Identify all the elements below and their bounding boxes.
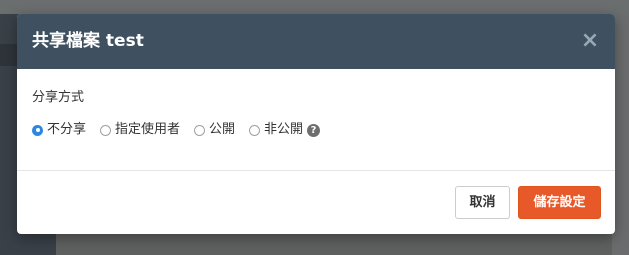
cancel-button[interactable]: 取消 — [455, 186, 510, 219]
dialog-body: 分享方式 不分享 指定使用者 公開 非公開 ? — [17, 69, 615, 170]
help-icon[interactable]: ? — [307, 123, 321, 137]
backdrop-top-bar — [0, 0, 629, 14]
sharing-method-label: 分享方式 — [32, 90, 85, 105]
dialog-footer: 取消 儲存設定 — [17, 170, 615, 234]
option-label: 指定使用者 — [115, 122, 181, 137]
radio-button-checked[interactable] — [32, 124, 43, 136]
radio-button[interactable] — [100, 124, 112, 136]
radio-option-public[interactable]: 公開 — [194, 121, 235, 139]
dialog-header: 共享檔案 test × — [17, 14, 615, 69]
radio-option-private[interactable]: 非公開 ? — [249, 121, 321, 139]
close-icon[interactable]: × — [579, 30, 601, 52]
dialog-title: 共享檔案 test — [32, 31, 144, 51]
radio-option-specific-users[interactable]: 指定使用者 — [100, 121, 180, 139]
option-label: 非公開 — [264, 122, 304, 137]
save-settings-button[interactable]: 儲存設定 — [518, 186, 601, 219]
option-label: 不分享 — [47, 122, 87, 137]
sharing-options: 不分享 指定使用者 公開 非公開 ? — [32, 119, 334, 141]
radio-button[interactable] — [249, 124, 261, 136]
share-dialog: 共享檔案 test × 分享方式 不分享 指定使用者 公開 非公開 ? 取消 儲… — [17, 14, 615, 234]
radio-option-no-share[interactable]: 不分享 — [32, 121, 86, 139]
option-label: 公開 — [209, 122, 236, 137]
radio-button[interactable] — [194, 124, 206, 136]
